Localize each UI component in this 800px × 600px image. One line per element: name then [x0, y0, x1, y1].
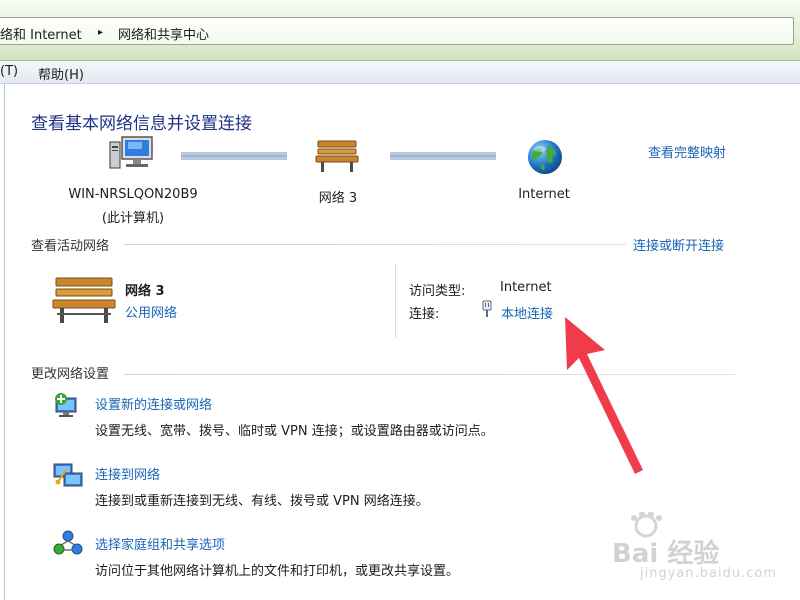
- connect-network-link[interactable]: 连接到网络: [95, 464, 160, 483]
- active-section-divider: [124, 244, 626, 245]
- active-network-name: 网络 3: [125, 284, 165, 299]
- access-type-value: Internet: [500, 280, 552, 295]
- breadcrumb-separator-icon[interactable]: ▸: [98, 27, 103, 38]
- full-map-link[interactable]: 查看完整映射: [648, 142, 726, 161]
- homegroup-desc: 访问位于其他网络计算机上的文件和打印机，或更改共享设置。: [95, 564, 460, 579]
- homegroup-link[interactable]: 选择家庭组和共享选项: [95, 534, 225, 553]
- computer-sub-label: (此计算机): [101, 211, 165, 226]
- map-network-name: 网络 3: [318, 191, 358, 206]
- bench-icon: [315, 138, 359, 178]
- computer-name: WIN-NRSLQON20B9: [68, 187, 198, 202]
- globe-icon: [526, 138, 564, 180]
- new-connection-icon: [52, 392, 84, 424]
- active-vertical-divider: [395, 264, 396, 338]
- map-internet-name: Internet: [518, 187, 570, 202]
- page-title: 查看基本网络信息并设置连接: [31, 114, 252, 134]
- active-networks-title: 查看活动网络: [31, 239, 110, 254]
- menu-help[interactable]: 帮助(H): [38, 64, 84, 83]
- breadcrumb-parent[interactable]: 络和 Internet: [0, 24, 82, 43]
- local-connection-link[interactable]: 本地连接: [501, 303, 553, 322]
- watermark-brand: Bai 经验: [612, 539, 720, 569]
- watermark-url: jingyan.baidu.com: [640, 566, 777, 581]
- setup-connection-link[interactable]: 设置新的连接或网络: [95, 394, 212, 413]
- setup-connection-desc: 设置无线、宽带、拨号、临时或 VPN 连接；或设置路由器或访问点。: [95, 424, 494, 439]
- content-border: [4, 84, 5, 600]
- annotation-arrow-icon: [555, 312, 650, 481]
- homegroup-icon: [52, 530, 84, 562]
- connection-label: 连接:: [409, 307, 440, 322]
- change-settings-title: 更改网络设置: [31, 367, 110, 382]
- access-type-label: 访问类型:: [409, 284, 466, 299]
- connect-network-desc: 连接到或重新连接到无线、有线、拨号或 VPN 网络连接。: [95, 494, 429, 509]
- network-type-link[interactable]: 公用网络: [125, 302, 177, 321]
- public-network-bench-icon: [52, 275, 116, 329]
- menu-tools[interactable]: (T): [0, 64, 18, 79]
- network-link-line: [181, 152, 287, 160]
- menu-bar: [0, 61, 800, 84]
- ethernet-icon: [480, 300, 494, 322]
- computer-icon: [108, 134, 156, 178]
- breadcrumb-current[interactable]: 网络和共享中心: [118, 24, 209, 43]
- connect-disconnect-link[interactable]: 连接或断开连接: [633, 235, 724, 254]
- connect-network-icon: [52, 460, 84, 494]
- internet-link-line: [390, 152, 496, 160]
